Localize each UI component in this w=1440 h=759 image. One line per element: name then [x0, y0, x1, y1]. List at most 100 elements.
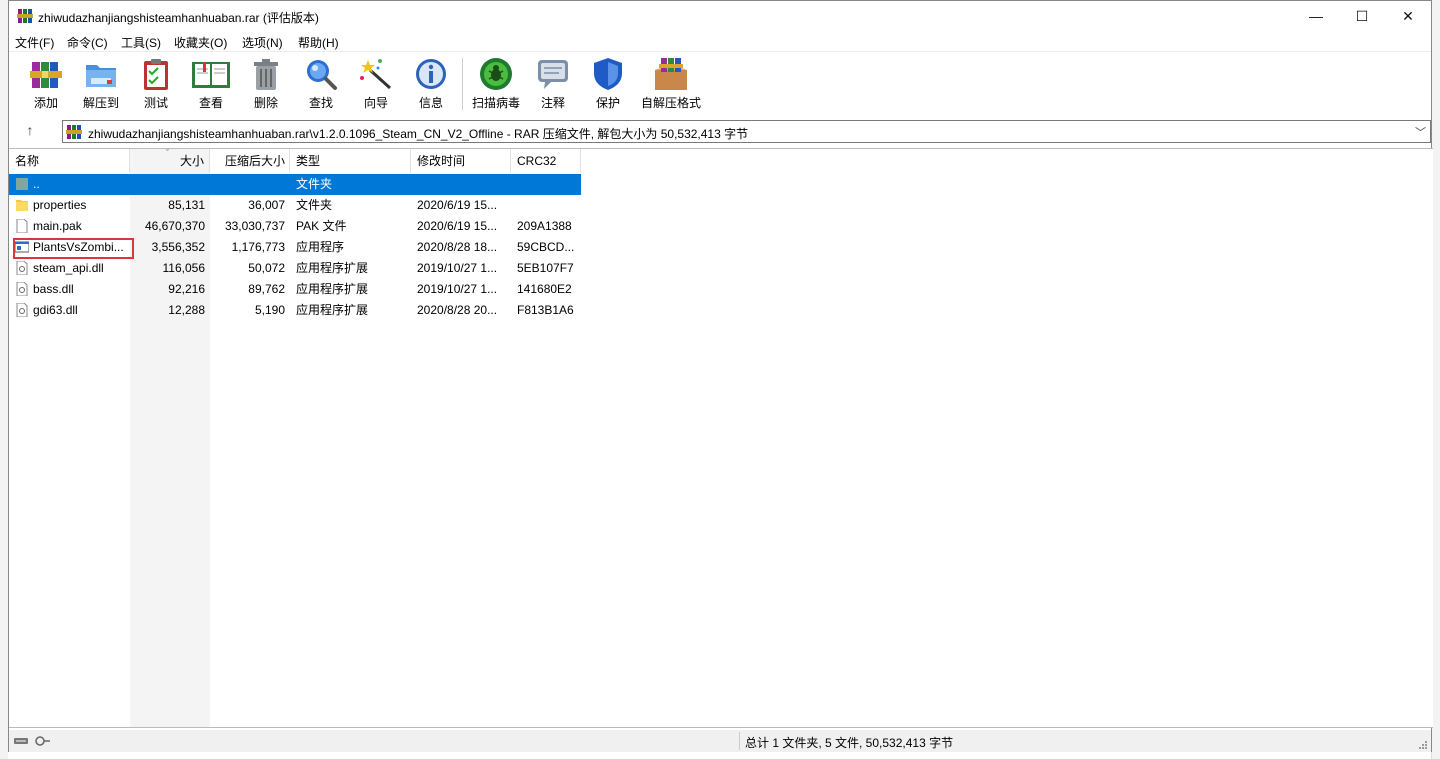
test-button[interactable]: 测试: [128, 56, 184, 114]
magnifier-icon: [307, 60, 337, 90]
trash-icon: [254, 59, 278, 90]
view-button[interactable]: 查看: [183, 56, 239, 114]
info-label: 信息: [418, 96, 443, 110]
wizard-button[interactable]: 向导: [348, 56, 404, 114]
column-header-modified[interactable]: 修改时间: [411, 149, 511, 173]
highlight-box: [13, 238, 134, 259]
cell-type: 应用程序: [296, 240, 345, 254]
toolbar: 添加 解压到 测试 查看 删除 查找 向导 信息 扫描病毒 注释 保护 自解压格…: [9, 51, 1431, 116]
cell-name: bass.dll: [33, 282, 74, 296]
cell-name: ..: [33, 177, 40, 191]
cell-type: PAK 文件: [296, 219, 347, 233]
menu-favorites[interactable]: 收藏夹(O): [174, 34, 227, 51]
cell-size: 92,216: [168, 282, 205, 296]
address-path: zhiwudazhanjiangshisteamhanhuaban.rar\v1…: [88, 127, 749, 141]
toolbar-separator: [462, 58, 463, 110]
address-row: ↑ zhiwudazhanjiangshisteamhanhuaban.rar\…: [9, 118, 1431, 146]
cell-packed: 1,176,773: [231, 240, 285, 254]
extract-to-label: 解压到: [82, 96, 119, 110]
cell-name: properties: [33, 198, 87, 212]
sort-indicator-icon: ˇ: [166, 148, 169, 158]
dll-file-icon: [16, 261, 28, 275]
menu-help[interactable]: 帮助(H): [298, 34, 339, 51]
column-header-packed[interactable]: 压缩后大小: [210, 149, 290, 173]
cell-type: 应用程序扩展: [296, 261, 369, 275]
column-header-type[interactable]: 类型: [290, 149, 411, 173]
menu-command[interactable]: 命令(C): [67, 34, 108, 51]
cell-modified: 2019/10/27 1...: [417, 261, 498, 275]
file-row[interactable]: properties 85,131 36,007 文件夹 2020/6/19 15...: [9, 195, 581, 216]
extract-to-button[interactable]: 解压到: [73, 56, 129, 114]
status-separator: [739, 732, 740, 750]
winrar-window: zhiwudazhanjiangshisteamhanhuaban.rar (评…: [8, 0, 1433, 752]
cell-size: 12,288: [168, 303, 205, 317]
column-header-crc[interactable]: CRC32: [511, 149, 581, 173]
file-row[interactable]: main.pak 46,670,370 33,030,737 PAK 文件 2020/6…: [9, 216, 581, 237]
delete-label: 删除: [253, 96, 278, 110]
close-button[interactable]: ✕: [1385, 1, 1431, 31]
column-header-size[interactable]: ˇ 大小: [130, 149, 210, 173]
menu-bar: 文件(F) 命令(C) 工具(S) 收藏夹(O) 选项(N) 帮助(H): [9, 31, 1431, 51]
find-button[interactable]: 查找: [293, 56, 349, 114]
cell-packed: 50,072: [248, 261, 285, 275]
drive-key-icon: [14, 736, 50, 746]
file-row[interactable]: .. 文件夹: [9, 174, 581, 195]
file-icon: [16, 219, 28, 233]
cell-name: main.pak: [33, 219, 82, 233]
menu-tools[interactable]: 工具(S): [121, 34, 161, 51]
close-icon: ✕: [1402, 7, 1414, 24]
menu-options[interactable]: 选项(N): [242, 34, 283, 51]
file-row[interactable]: steam_api.dll 116,056 50,072 应用程序扩展 2019/10/…: [9, 258, 581, 279]
cell-packed: 36,007: [248, 198, 285, 212]
delete-button[interactable]: 删除: [238, 56, 294, 114]
cell-type: 文件夹: [296, 177, 333, 191]
add-button[interactable]: 添加: [18, 56, 74, 114]
title-bar[interactable]: zhiwudazhanjiangshisteamhanhuaban.rar (评…: [9, 1, 1431, 31]
status-summary: 总计 1 文件夹, 5 文件, 50,532,413 字节: [745, 736, 954, 750]
rar-archive-icon: [66, 125, 82, 139]
address-bar[interactable]: zhiwudazhanjiangshisteamhanhuaban.rar\v1…: [62, 120, 1431, 143]
view-label: 查看: [198, 96, 223, 110]
sfx-box-icon: [655, 58, 687, 90]
file-row[interactable]: bass.dll 92,216 89,762 应用程序扩展 2019/10/27 1..…: [9, 279, 581, 300]
window-title: zhiwudazhanjiangshisteamhanhuaban.rar (评…: [38, 11, 319, 25]
cell-crc: 59CBCD...: [517, 240, 575, 254]
protect-button[interactable]: 保护: [580, 56, 636, 114]
background-desktop-left: [0, 0, 8, 759]
cell-modified: 2020/6/19 15...: [417, 219, 498, 233]
menu-file[interactable]: 文件(F): [15, 34, 54, 51]
cell-size: 116,056: [162, 261, 206, 275]
column-header-size-label: 大小: [179, 154, 204, 168]
cell-packed: 33,030,737: [224, 219, 285, 233]
file-list[interactable]: 名称 ˇ 大小 压缩后大小 类型 修改时间 CRC32 .. 文件夹 propert…: [9, 148, 1433, 728]
file-row[interactable]: gdi63.dll 12,288 5,190 应用程序扩展 2020/8/28 20..…: [9, 300, 581, 321]
virus-scan-icon: [480, 58, 512, 90]
comment-button[interactable]: 注释: [525, 56, 581, 114]
test-label: 测试: [143, 96, 168, 110]
view-book-icon: [192, 62, 230, 88]
column-header-name[interactable]: 名称: [9, 149, 130, 173]
wizard-label: 向导: [363, 96, 388, 110]
maximize-button[interactable]: ☐: [1339, 1, 1385, 31]
cell-type: 文件夹: [296, 198, 333, 212]
cell-packed: 5,190: [254, 303, 285, 317]
sfx-label: 自解压格式: [640, 96, 701, 110]
dll-file-icon: [16, 282, 28, 296]
resize-grip-icon[interactable]: [1418, 740, 1428, 750]
cell-crc: F813B1A6: [517, 303, 574, 317]
minimize-button[interactable]: —: [1293, 1, 1339, 31]
cell-size: 85,131: [168, 198, 205, 212]
parent-folder-icon: [16, 178, 28, 190]
scan-virus-button[interactable]: 扫描病毒: [468, 56, 524, 114]
info-button[interactable]: 信息: [403, 56, 459, 114]
up-folder-button[interactable]: ↑: [19, 122, 41, 142]
find-label: 查找: [308, 96, 333, 110]
minimize-icon: —: [1309, 8, 1323, 24]
cell-name: steam_api.dll: [33, 261, 104, 275]
sfx-button[interactable]: 自解压格式: [635, 56, 707, 114]
cell-type: 应用程序扩展: [296, 282, 369, 296]
chevron-down-icon[interactable]: ﹀: [1415, 124, 1426, 140]
cell-crc: 141680E2: [517, 282, 572, 296]
cell-crc: 5EB107F7: [517, 261, 574, 275]
maximize-icon: ☐: [1355, 7, 1369, 24]
